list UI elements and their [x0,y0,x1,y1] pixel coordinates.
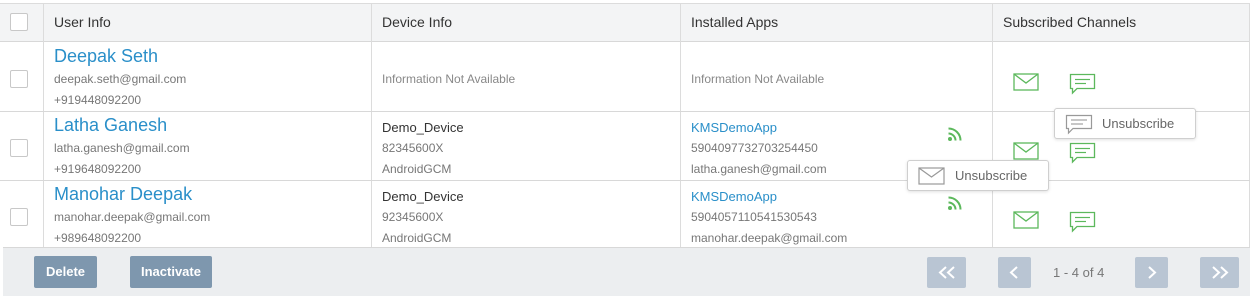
app-name-link[interactable]: KMSDemoApp [691,120,777,135]
user-email: latha.ganesh@gmail.com [54,141,190,155]
user-email: manohar.deepak@gmail.com [54,210,211,224]
pagination-status: 1 - 4 of 4 [1053,265,1105,280]
envelope-icon [918,167,945,185]
chat-icon[interactable] [1069,73,1096,95]
rss-icon[interactable] [947,126,963,142]
prev-page-button[interactable] [998,257,1031,288]
user-email: deepak.seth@gmail.com [54,72,187,86]
table-row: Manohar Deepak manohar.deepak@gmail.com … [0,180,1250,249]
unsubscribe-label: Unsubscribe [1102,116,1175,131]
app-id: 5904057110541530543 [691,210,817,224]
header-device-info: Device Info [382,14,453,30]
row-checkbox[interactable] [10,208,28,226]
user-name-link[interactable]: Manohar Deepak [54,184,192,205]
chat-icon [1065,114,1093,135]
table-footer: Delete Inactivate 1 - 4 of 4 [3,247,1250,296]
last-page-button[interactable] [1200,257,1239,288]
app-id: 5904097732703254450 [691,141,818,155]
inactivate-button[interactable]: Inactivate [130,256,212,288]
double-chevron-left-icon [938,266,955,279]
device-not-available: Information Not Available [382,72,516,86]
rss-icon[interactable] [947,195,963,211]
row-checkbox[interactable] [10,70,28,88]
user-table: User Info Device Info Installed Apps Sub… [0,0,1253,296]
user-phone: +919648092200 [54,162,142,176]
device-type: AndroidGCM [382,231,452,245]
email-unsubscribe-tooltip[interactable]: Unsubscribe [907,160,1049,191]
chevron-right-icon [1148,266,1157,279]
header-user-info: User Info [54,14,111,30]
user-phone: +989648092200 [54,231,142,245]
user-name-link[interactable]: Deepak Seth [54,46,158,67]
table-header: User Info Device Info Installed Apps Sub… [0,3,1250,42]
device-id: 92345600X [382,210,444,224]
apps-not-available: Information Not Available [691,72,825,86]
sms-unsubscribe-tooltip[interactable]: Unsubscribe [1054,108,1196,139]
header-subscribed-channels: Subscribed Channels [1003,14,1137,30]
device-id: 82345600X [382,141,444,155]
first-page-button[interactable] [927,257,966,288]
double-chevron-right-icon [1212,266,1229,279]
device-name: Demo_Device [382,189,464,204]
next-page-button[interactable] [1135,257,1168,288]
user-name-link[interactable]: Latha Ganesh [54,115,167,136]
app-email: manohar.deepak@gmail.com [691,231,848,245]
chevron-left-icon [1009,266,1018,279]
device-type: AndroidGCM [382,162,452,176]
chat-icon[interactable] [1069,211,1096,233]
envelope-icon[interactable] [1013,142,1039,160]
select-all-checkbox[interactable] [10,13,28,31]
delete-button[interactable]: Delete [34,256,97,288]
row-checkbox[interactable] [10,139,28,157]
user-phone: +919448092200 [54,93,142,107]
chat-icon[interactable] [1069,142,1096,164]
envelope-icon[interactable] [1013,73,1039,91]
header-installed-apps: Installed Apps [691,14,779,30]
app-name-link[interactable]: KMSDemoApp [691,189,777,204]
unsubscribe-label: Unsubscribe [955,168,1028,183]
app-email: latha.ganesh@gmail.com [691,162,827,176]
table-row: Deepak Seth deepak.seth@gmail.com +91944… [0,42,1250,111]
device-name: Demo_Device [382,120,464,135]
envelope-icon[interactable] [1013,211,1039,229]
